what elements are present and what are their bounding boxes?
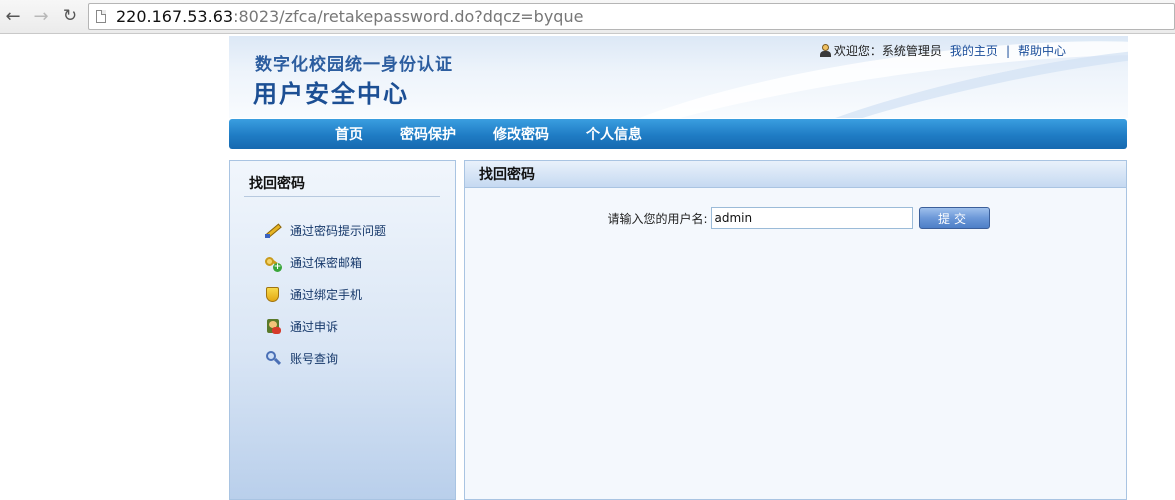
- submit-button[interactable]: 提交: [918, 207, 990, 229]
- nav-item-personal-info[interactable]: 个人信息: [586, 124, 642, 144]
- nav-item-home[interactable]: 首页: [335, 124, 363, 144]
- main-panel: 找回密码 请输入您的用户名: 提交: [464, 160, 1127, 500]
- sidebar: 找回密码 通过密码提示问题 + 通过保密邮箱 通过绑定手机 通过申诉 账号查询: [229, 160, 456, 500]
- browser-toolbar: ← → ↻ 220.167.53.63:8023/zfca/retakepass…: [0, 0, 1175, 34]
- nav-item-change-password[interactable]: 修改密码: [493, 124, 549, 144]
- panel-title: 找回密码: [465, 161, 1126, 188]
- forward-arrow-icon[interactable]: →: [30, 5, 52, 27]
- address-bar[interactable]: 220.167.53.63:8023/zfca/retakepassword.d…: [88, 3, 1175, 30]
- url-host: 220.167.53.63: [116, 7, 234, 26]
- welcome-text: 欢迎您：系统管理员: [833, 44, 942, 58]
- sidebar-item-secure-email[interactable]: + 通过保密邮箱: [264, 254, 363, 272]
- site-subtitle: 数字化校园统一身份认证: [255, 55, 453, 75]
- sidebar-item-label: 通过绑定手机: [290, 288, 363, 302]
- username-input[interactable]: [710, 207, 913, 229]
- main-navbar: 首页 密码保护 修改密码 个人信息: [229, 119, 1127, 149]
- person-icon: [264, 318, 282, 335]
- back-arrow-icon[interactable]: ←: [2, 5, 24, 27]
- shield-icon: [264, 286, 282, 303]
- site-header: 数字化校园统一身份认证 用户安全中心 欢迎您：系统管理员 我的主页 | 帮助中心: [229, 36, 1128, 118]
- sidebar-divider: [244, 196, 440, 197]
- nav-item-password-protection[interactable]: 密码保护: [400, 124, 456, 144]
- username-label: 请输入您的用户名:: [607, 211, 708, 226]
- sidebar-item-label: 通过密码提示问题: [290, 224, 387, 238]
- url-path: :8023/zfca/retakepassword.do?dqcz=byque: [233, 7, 584, 26]
- sidebar-item-password-question[interactable]: 通过密码提示问题: [264, 222, 386, 239]
- sidebar-title: 找回密码: [249, 176, 305, 192]
- site-title: 用户安全中心: [253, 80, 409, 108]
- sidebar-item-bound-phone[interactable]: 通过绑定手机: [264, 286, 362, 303]
- help-center-link[interactable]: 帮助中心: [1018, 42, 1066, 59]
- sidebar-item-label: 账号查询: [290, 352, 339, 366]
- sidebar-item-appeal[interactable]: 通过申诉: [264, 318, 338, 335]
- magnifier-icon: [264, 350, 282, 367]
- reload-icon[interactable]: ↻: [59, 5, 81, 27]
- sidebar-item-label: 通过保密邮箱: [290, 256, 363, 270]
- user-area: 欢迎您：系统管理员 我的主页 | 帮助中心: [819, 42, 1066, 59]
- user-icon: [819, 44, 831, 57]
- my-home-link[interactable]: 我的主页: [950, 42, 998, 59]
- username-form: 请输入您的用户名: 提交: [465, 207, 1126, 229]
- link-separator: |: [1005, 43, 1010, 58]
- pencil-icon: [264, 222, 282, 239]
- sidebar-item-label: 通过申诉: [290, 320, 339, 334]
- sidebar-item-account-lookup[interactable]: 账号查询: [264, 350, 338, 367]
- key-add-icon: +: [264, 254, 282, 272]
- url-text[interactable]: 220.167.53.63:8023/zfca/retakepassword.d…: [116, 7, 583, 26]
- page-icon: [96, 10, 106, 23]
